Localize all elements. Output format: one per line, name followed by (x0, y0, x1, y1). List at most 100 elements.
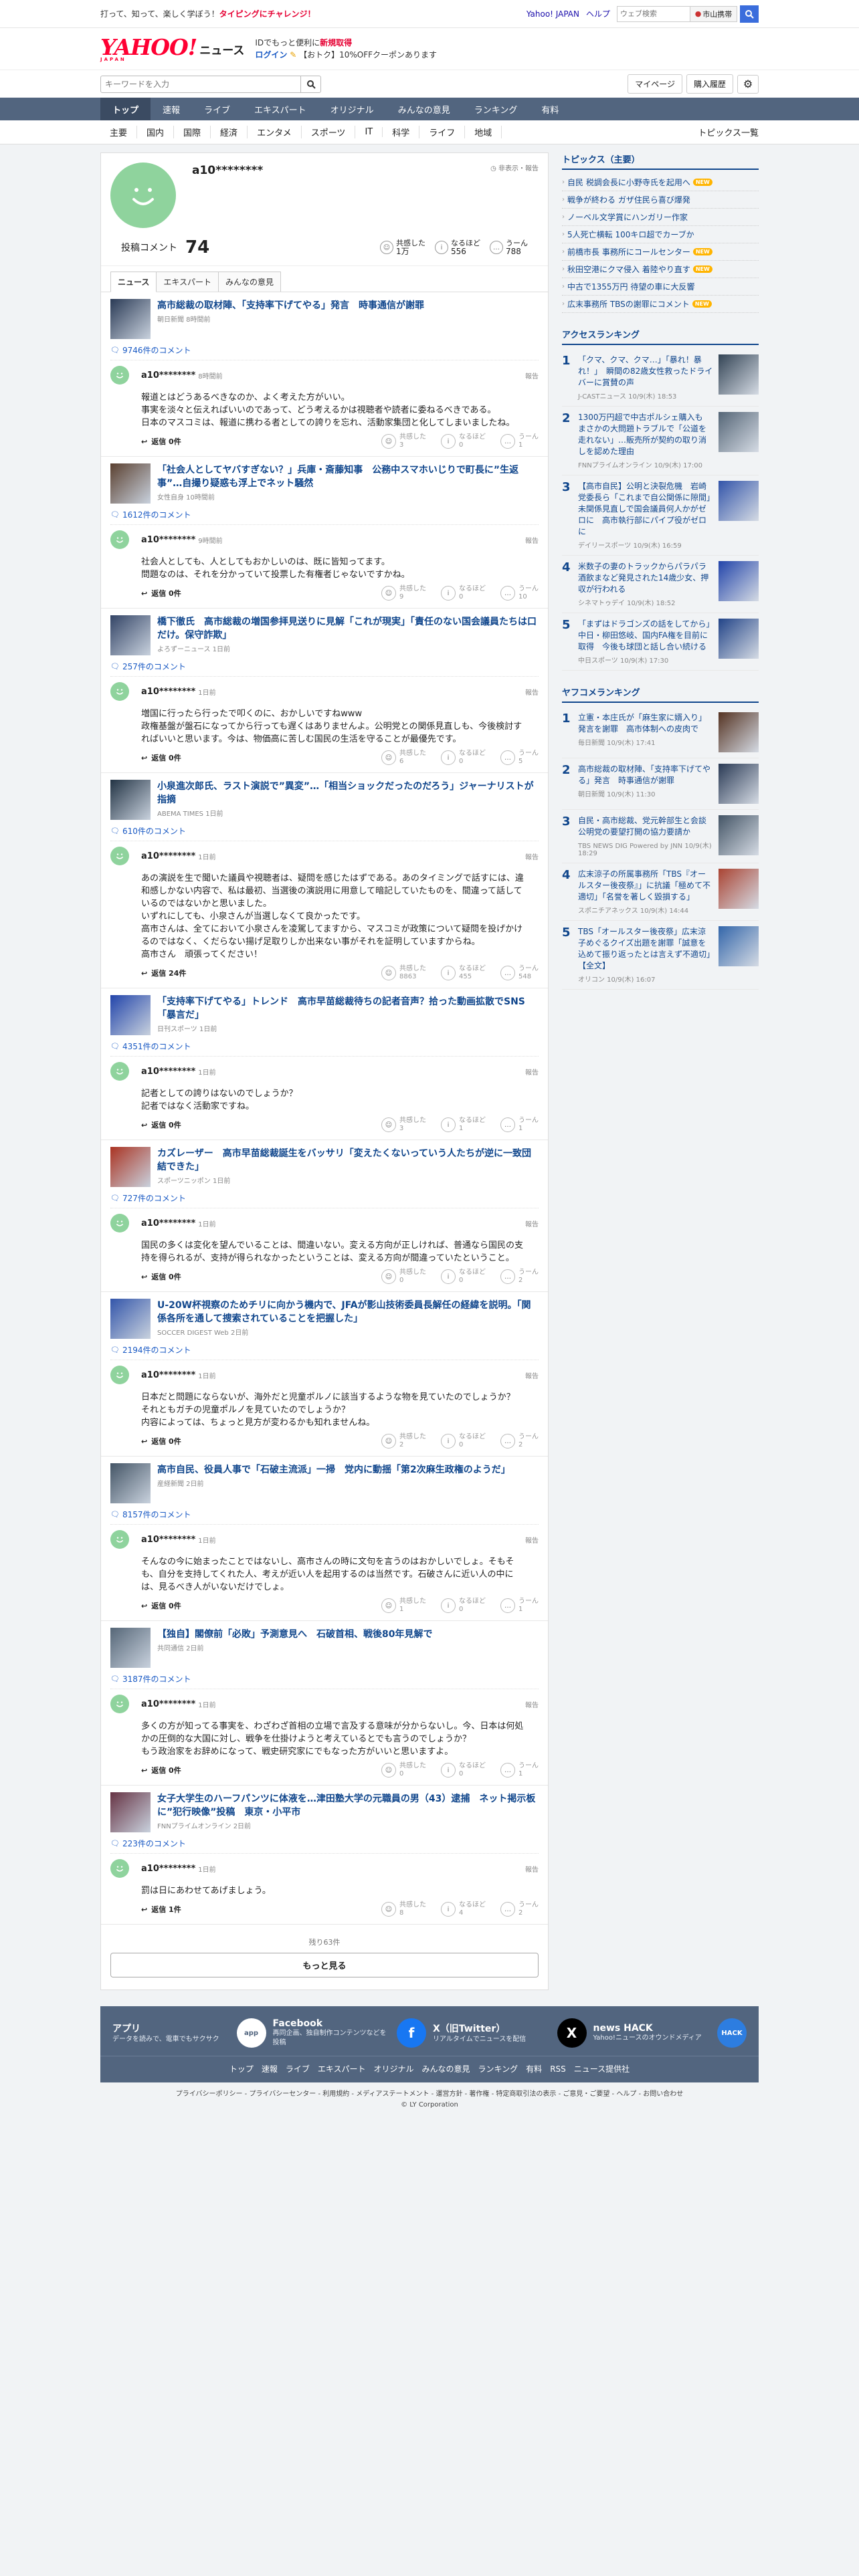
article-title[interactable]: 高市総裁の取材陣、「支持率下げてやる」発言 時事通信が謝罪 (157, 299, 424, 312)
tab-opinion[interactable]: みんなの意見 (218, 272, 282, 292)
footer-facebook[interactable]: Facebook 再同企画、独自制作コンテンツなどを投稿 f (273, 2018, 426, 2048)
footer-link[interactable]: ランキング (478, 2064, 518, 2074)
hmm-button[interactable]: … うーん 1 (500, 1117, 539, 1133)
cat-life[interactable]: ライフ (419, 126, 466, 138)
cat-economy[interactable]: 経済 (211, 126, 248, 138)
footer-x[interactable]: X（旧Twitter） リアルタイムでニュースを配信 X (433, 2018, 587, 2048)
gnav-ranking[interactable]: ランキング (462, 98, 530, 120)
comment-count-link[interactable]: 🗨 610件のコメント (101, 825, 548, 841)
topic-item[interactable]: › 中古で1355万円 待望の車に大反響 (562, 278, 759, 296)
insight-button[interactable]: i なるほど 0 (441, 1598, 486, 1614)
article-link[interactable]: カズレーザー 高市早苗総裁誕生をバッサリ「変えたくないっていう人たちが逆に一致団… (101, 1140, 548, 1192)
article-title[interactable]: 橋下徹氏 高市総裁の増国参拝見送りに見解「これが現実」「責任のない国会議員たちは… (157, 615, 539, 642)
ranking-item[interactable]: 5 「まずはドラゴンズの話をしてから」中日・柳田悠岐、国内FA権を目前に取得 今後… (562, 613, 759, 671)
empathy-button[interactable]: ☺ 共感した 1 (381, 1598, 426, 1614)
ranking-item[interactable]: 1 「クマ、クマ、クマ…」「暴れ！暴れ！」 瞬間の82歳女性救ったドライバーに賞賛… (562, 349, 759, 407)
mypage-button[interactable]: マイページ (628, 74, 682, 94)
topic-item[interactable]: › 自民 税調会長に小野寺氏を起用へ NEW (562, 174, 759, 191)
footer-link[interactable]: エキスパート (318, 2064, 366, 2074)
article-title[interactable]: U-20W杯視察のためチリに向かう機内で、JFAが影山技術委員長解任の経緯を説明… (157, 1299, 539, 1325)
hmm-button[interactable]: … うーん 548 (500, 965, 539, 981)
article-link[interactable]: 女子大学生のハーフパンツに体液を…津田塾大学の元職員の男（43）逮捕 ネット掲示… (101, 1786, 548, 1838)
article-title[interactable]: 「社会人としてヤバすぎない？」兵庫・斎藤知事 公務中スマホいじりで町長に”生返事… (157, 463, 539, 490)
ranking-item[interactable]: 4 広末涼子の所属事務所「TBS『オールスター後夜祭』」に抗議「極めて不適切」「名… (562, 863, 759, 921)
gnav-paid[interactable]: 有料 (529, 98, 571, 120)
reply-button[interactable]: ↩ 返信 0件 (141, 588, 181, 599)
ranking-item[interactable]: 3 自民・高市総裁、党元幹部生と会談 公明党の要望打開の協力要請か TBS NEWS… (562, 810, 759, 863)
footer-link[interactable]: ニュース提供社 (574, 2064, 630, 2074)
tab-news[interactable]: ニュース (110, 272, 157, 292)
reply-button[interactable]: ↩ 返信 0件 (141, 1436, 181, 1446)
empathy-button[interactable]: ☺ 共感した 6 (381, 750, 426, 766)
hmm-button[interactable]: … うーん 2 (500, 1901, 539, 1917)
empathy-button[interactable]: ☺ 共感した 3 (381, 1117, 426, 1133)
coupon-link[interactable]: 【おトク】10%OFFクーポンあります (299, 50, 437, 60)
report-link[interactable]: 報告 (525, 687, 539, 697)
insight-button[interactable]: i なるほど 0 (441, 1762, 486, 1778)
article-title[interactable]: 高市自民、役員人事で「石破主流派」一掃 党内に動揺「第2次麻生政権のようだ」 (157, 1463, 510, 1477)
yahoo-japan-link[interactable]: Yahoo! JAPAN (527, 9, 579, 19)
cat-local[interactable]: 地域 (465, 126, 502, 138)
reply-button[interactable]: ↩ 返信 0件 (141, 752, 181, 763)
hmm-button[interactable]: … うーん 2 (500, 1433, 539, 1449)
footer-link[interactable]: みんなの意見 (422, 2064, 470, 2074)
gnav-live[interactable]: ライブ (192, 98, 242, 120)
comment-count-link[interactable]: 🗨 727件のコメント (101, 1192, 548, 1208)
insight-button[interactable]: i なるほど 0 (441, 585, 486, 601)
gnav-flash[interactable]: 速報 (151, 98, 192, 120)
article-title[interactable]: カズレーザー 高市早苗総裁誕生をバッサリ「変えたくないっていう人たちが逆に一致団… (157, 1147, 539, 1174)
footer-link[interactable]: RSS (550, 2064, 566, 2074)
reply-button[interactable]: ↩ 返信 0件 (141, 436, 181, 447)
empathy-button[interactable]: ☺ 共感した 8 (381, 1901, 426, 1917)
typing-promo[interactable]: 打って、知って、楽しく学ぼう！タイピングにチャレンジ！ (100, 8, 316, 19)
report-link[interactable]: 報告 (525, 1370, 539, 1380)
report-link[interactable]: 報告 (525, 370, 539, 381)
footer-link[interactable]: オリジナル (374, 2064, 414, 2074)
reply-button[interactable]: ↩ 返信 1件 (141, 1904, 181, 1915)
topic-item[interactable]: › 戦争が終わる ガザ住民ら喜び爆発 (562, 191, 759, 209)
article-link[interactable]: 「社会人としてヤバすぎない？」兵庫・斎藤知事 公務中スマホいじりで町長に”生返事… (101, 457, 548, 509)
footer-link[interactable]: トップ (229, 2064, 254, 2074)
article-link[interactable]: 小泉進次郎氏、ラスト演説で”異変”…「相当ショックだったのだろう」ジャーナリスト… (101, 773, 548, 825)
hmm-button[interactable]: … うーん 2 (500, 1269, 539, 1285)
footer-newshack[interactable]: news HACK Yahoo!ニュースのオウンドメディア HACK (593, 2018, 747, 2048)
topic-item[interactable]: › 前橋市長 事務所にコールセンター NEW (562, 243, 759, 261)
article-link[interactable]: 高市自民、役員人事で「石破主流派」一掃 党内に動揺「第2次麻生政権のようだ」 産経… (101, 1457, 548, 1509)
help-link[interactable]: ヘルプ (586, 8, 610, 19)
hmm-button[interactable]: … うーん 1 (500, 433, 539, 449)
report-link[interactable]: 報告 (525, 1699, 539, 1709)
ranking-item[interactable]: 4 米数子の妻のトラックからパラパラ酒飲まなど発見された14歳少女、押収が行われる… (562, 556, 759, 613)
comment-count-link[interactable]: 🗨 4351件のコメント (101, 1041, 548, 1056)
comment-count-link[interactable]: 🗨 223件のコメント (101, 1838, 548, 1853)
hmm-button[interactable]: … うーん 10 (500, 585, 539, 601)
comment-count-link[interactable]: 🗨 2194件のコメント (101, 1344, 548, 1360)
topic-item[interactable]: › 広末事務所 TBSの謝罪にコメント NEW (562, 296, 759, 313)
hmm-button[interactable]: … うーん 1 (500, 1762, 539, 1778)
topic-item[interactable]: › 5人死亡横転 100キロ超でカーブか (562, 226, 759, 243)
empathy-button[interactable]: ☺ 共感した 8863 (381, 965, 426, 981)
web-search-button[interactable] (740, 5, 759, 23)
footer-link[interactable]: 速報 (262, 2064, 278, 2074)
comment-count-link[interactable]: 🗨 9746件のコメント (101, 344, 548, 360)
footer-link[interactable]: ライブ (286, 2064, 310, 2074)
article-link[interactable]: 橋下徹氏 高市総裁の増国参拝見送りに見解「これが現実」「責任のない国会議員たちは… (101, 609, 548, 661)
insight-button[interactable]: i なるほど 4 (441, 1901, 486, 1917)
ranking-item[interactable]: 3 【高市自民】公明と決裂危機 岩崎党委長ら「これまで自公関係に隙間」未関係見直し… (562, 475, 759, 556)
insight-button[interactable]: i なるほど 0 (441, 433, 486, 449)
article-link[interactable]: 「支持率下げてやる」トレンド 高市早苗総裁待ちの記者音声？拾った動画拡散でSNS… (101, 988, 548, 1041)
gnav-top[interactable]: トップ (100, 98, 151, 120)
location-button[interactable]: ● 市山携帯 (690, 5, 737, 22)
hide-report-link[interactable]: ◷ 非表示・報告 (490, 163, 539, 173)
topic-item[interactable]: › 秋田空港にクマ侵入 着陸やり直す NEW (562, 261, 759, 278)
report-link[interactable]: 報告 (525, 851, 539, 861)
keyword-search-button[interactable] (301, 75, 321, 93)
topic-item[interactable]: › ノーベル文学賞にハンガリー作家 (562, 209, 759, 226)
empathy-button[interactable]: ☺ 共感した 0 (381, 1762, 426, 1778)
insight-button[interactable]: i なるほど 0 (441, 750, 486, 766)
hmm-button[interactable]: … うーん 1 (500, 1598, 539, 1614)
cat-sports[interactable]: スポーツ (302, 126, 356, 138)
yahoo-logo[interactable]: YAHOO! JAPAN (100, 36, 197, 62)
ranking-item[interactable]: 2 1300万円超で中古ポルシェ購入も まさかの大問題トラブルで「公道を走れない」… (562, 407, 759, 475)
comment-count-link[interactable]: 🗨 1612件のコメント (101, 509, 548, 524)
article-title[interactable]: 女子大学生のハーフパンツに体液を…津田塾大学の元職員の男（43）逮捕 ネット掲示… (157, 1792, 539, 1819)
